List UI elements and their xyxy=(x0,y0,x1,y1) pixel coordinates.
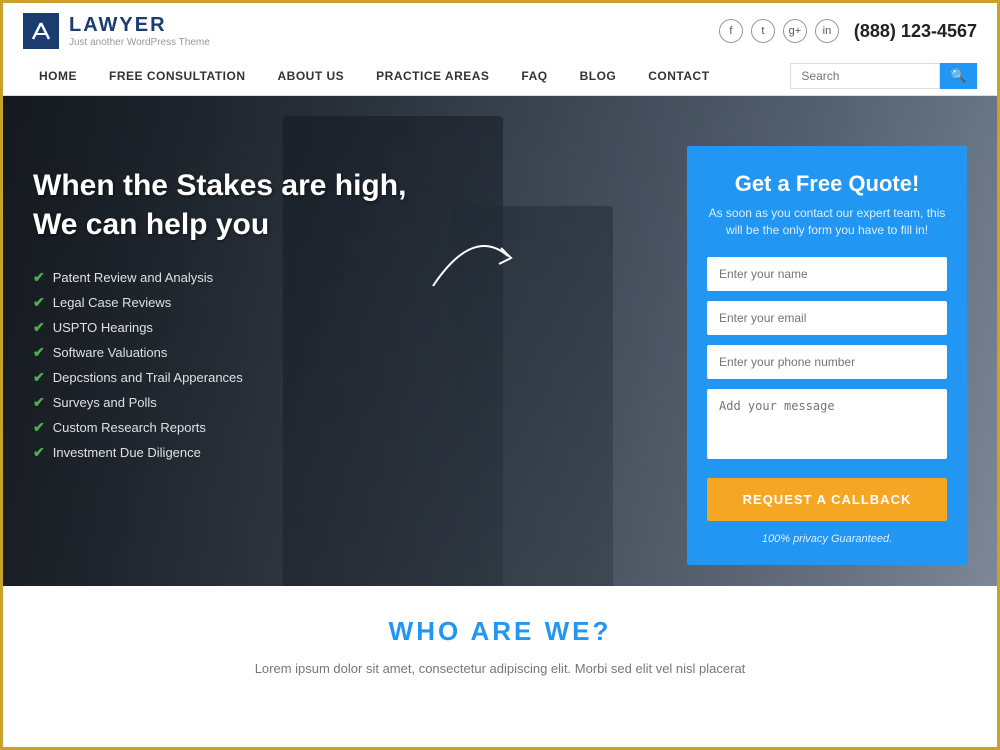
hero-title-line1: When the Stakes are high, xyxy=(33,169,406,202)
list-item-text: Legal Case Reviews xyxy=(53,295,172,310)
search-input[interactable] xyxy=(790,63,940,89)
arrow-decoration xyxy=(423,216,523,301)
nav-contact[interactable]: CONTACT xyxy=(632,57,725,95)
check-icon: ✔ xyxy=(33,394,45,411)
header-right: f t g+ in (888) 123-4567 xyxy=(719,19,977,43)
logo-area: LAWYER Just another WordPress Theme xyxy=(23,13,210,49)
check-icon: ✔ xyxy=(33,419,45,436)
list-item: ✔ USPTO Hearings xyxy=(33,319,687,336)
list-item-text: USPTO Hearings xyxy=(53,320,153,335)
check-icon: ✔ xyxy=(33,369,45,386)
main-nav: HOME FREE CONSULTATION ABOUT US PRACTICE… xyxy=(23,57,977,95)
nav-home[interactable]: HOME xyxy=(23,57,93,95)
hero-checklist: ✔ Patent Review and Analysis ✔ Legal Case … xyxy=(33,269,687,461)
list-item-text: Patent Review and Analysis xyxy=(53,270,213,285)
check-icon: ✔ xyxy=(33,294,45,311)
list-item-text: Software Valuations xyxy=(53,345,168,360)
form-email-input[interactable] xyxy=(707,301,947,335)
nav-practice-areas[interactable]: PRACTICE AREAS xyxy=(360,57,505,95)
search-bar: 🔍 xyxy=(790,63,977,89)
form-name-input[interactable] xyxy=(707,257,947,291)
logo-icon xyxy=(23,13,59,49)
list-item-text: Custom Research Reports xyxy=(53,420,206,435)
hero-section: When the Stakes are high, We can help yo… xyxy=(3,96,997,586)
quote-form: Get a Free Quote! As soon as you contact… xyxy=(687,146,967,565)
nav-about-us[interactable]: ABOUT US xyxy=(262,57,361,95)
list-item-text: Investment Due Diligence xyxy=(53,445,201,460)
who-title: WHO ARE WE? xyxy=(23,616,977,647)
form-title: Get a Free Quote! xyxy=(707,171,947,197)
form-phone-input[interactable] xyxy=(707,345,947,379)
header-top: LAWYER Just another WordPress Theme f t … xyxy=(23,13,977,57)
list-item: ✔ Software Valuations xyxy=(33,344,687,361)
twitter-icon[interactable]: t xyxy=(751,19,775,43)
facebook-icon[interactable]: f xyxy=(719,19,743,43)
hero-content: When the Stakes are high, We can help yo… xyxy=(3,96,997,586)
list-item: ✔ Custom Research Reports xyxy=(33,419,687,436)
check-icon: ✔ xyxy=(33,269,45,286)
check-icon: ✔ xyxy=(33,344,45,361)
list-item: ✔ Legal Case Reviews xyxy=(33,294,687,311)
list-item-text: Surveys and Polls xyxy=(53,395,157,410)
who-section: WHO ARE WE? Lorem ipsum dolor sit amet, … xyxy=(3,586,997,726)
check-icon: ✔ xyxy=(33,319,45,336)
nav-blog[interactable]: BLOG xyxy=(564,57,633,95)
privacy-notice: 100% privacy Guaranteed. xyxy=(707,533,947,545)
linkedin-icon[interactable]: in xyxy=(815,19,839,43)
form-subtitle: As soon as you contact our expert team, … xyxy=(707,205,947,239)
hero-title: When the Stakes are high, We can help yo… xyxy=(33,166,687,244)
list-item: ✔ Depcstions and Trail Apperances xyxy=(33,369,687,386)
site-header: LAWYER Just another WordPress Theme f t … xyxy=(3,3,997,96)
logo-text: LAWYER Just another WordPress Theme xyxy=(69,14,210,48)
hero-left: When the Stakes are high, We can help yo… xyxy=(33,146,687,469)
logo-subtitle: Just another WordPress Theme xyxy=(69,37,210,48)
logo-title: LAWYER xyxy=(69,14,210,37)
list-item: ✔ Investment Due Diligence xyxy=(33,444,687,461)
search-button[interactable]: 🔍 xyxy=(940,63,977,89)
phone-number: (888) 123-4567 xyxy=(854,21,977,42)
googleplus-icon[interactable]: g+ xyxy=(783,19,807,43)
list-item-text: Depcstions and Trail Apperances xyxy=(53,370,243,385)
form-message-input[interactable] xyxy=(707,389,947,459)
logo-svg xyxy=(27,17,55,45)
check-icon: ✔ xyxy=(33,444,45,461)
hero-title-line2: We can help you xyxy=(33,208,269,241)
list-item: ✔ Patent Review and Analysis xyxy=(33,269,687,286)
nav-faq[interactable]: FAQ xyxy=(505,57,563,95)
callback-button[interactable]: REQUEST A CALLBACK xyxy=(707,478,947,521)
nav-free-consultation[interactable]: FREE CONSULTATION xyxy=(93,57,262,95)
list-item: ✔ Surveys and Polls xyxy=(33,394,687,411)
social-icons: f t g+ in xyxy=(719,19,839,43)
who-body: Lorem ipsum dolor sit amet, consectetur … xyxy=(200,659,800,680)
